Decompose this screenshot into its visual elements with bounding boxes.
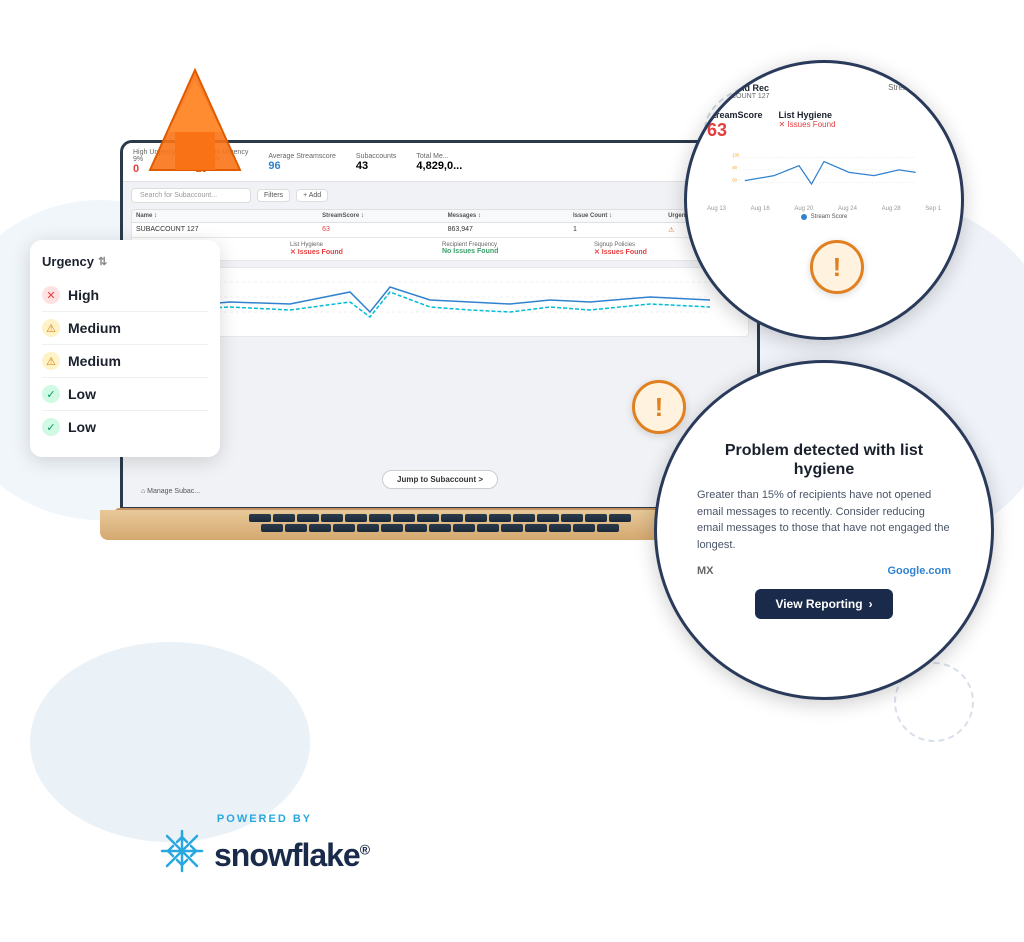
urgency-level-medium-1: Medium <box>68 320 121 336</box>
line-chart: 100 80 60 <box>136 272 744 332</box>
filters-button[interactable]: Filters <box>257 189 290 202</box>
urgency-item-medium-2[interactable]: ⚠ Medium <box>42 345 208 378</box>
table-row[interactable]: SUBACCOUNT 127 63 863,947 1 ⚠ <box>131 223 749 238</box>
subaccounts-metric: Subaccounts 43 <box>356 153 396 172</box>
zoom-account-info: Parks and Rec SUBACCOUNT 127 <box>707 83 770 102</box>
urgency-item-low-1[interactable]: ✓ Low <box>42 378 208 411</box>
exclamation-icon-top: ! <box>810 240 864 294</box>
zoom-streamscore-title: StreamScore <box>707 110 763 120</box>
subrow-list-hygiene: List Hygiene ✕ Issues Found <box>290 242 438 256</box>
avg-streamscore-metric: Average Streamscore 96 <box>268 153 336 172</box>
urgency-level-high: High <box>68 287 99 303</box>
svg-text:100: 100 <box>732 153 740 158</box>
svg-text:80: 80 <box>732 165 737 170</box>
zoom-chart-dates: Aug 13Aug 16Aug 20 Aug 24Aug 28Sep 1 <box>707 206 941 212</box>
brand-logo <box>140 60 250 180</box>
problem-footer: MX Google.com <box>697 565 951 577</box>
zoom-hygiene-block: List Hygiene ✕ Issues Found <box>779 110 836 141</box>
zoom-chart-area: 100 80 60 Aug 13Aug 16Aug 20 Aug 24Aug 2… <box>707 149 941 317</box>
total-messages-value: 4,829,0... <box>416 160 462 172</box>
row-messages: 863,947 <box>448 226 569 234</box>
urgency-level-low-2: Low <box>68 419 96 435</box>
problem-google-link[interactable]: Google.com <box>887 565 951 577</box>
urgency-icon-low-1: ✓ <box>42 385 60 403</box>
problem-mx-label: MX <box>697 565 714 577</box>
urgency-item-medium-1[interactable]: ⚠ Medium <box>42 312 208 345</box>
zoom-subaccount-id: SUBACCOUNT 127 <box>707 93 770 100</box>
row-issues: 1 <box>573 226 664 234</box>
snowflake-brand-name: snowflake® <box>214 837 369 874</box>
add-button[interactable]: + Add <box>296 189 328 202</box>
urgency-item-high-1[interactable]: ✕ High <box>42 279 208 312</box>
row-name: SUBACCOUNT 127 <box>136 226 318 234</box>
subaccounts-value: 43 <box>356 160 396 172</box>
exclamation-icon-problem: ! <box>632 380 686 434</box>
urgency-sort-icon: ⇅ <box>98 255 107 268</box>
total-messages-label: Total Me... <box>416 153 462 160</box>
zoom-circle-top: Parks and Rec SUBACCOUNT 127 StreamScore… <box>684 60 964 340</box>
total-messages-metric: Total Me... 4,829,0... <box>416 153 462 172</box>
zoom-score-value: 63 <box>888 92 941 102</box>
snowflake-logo: snowflake® <box>160 829 369 882</box>
col-name: Name ↕ <box>136 213 318 219</box>
chart-area: 100 80 60 Aug 13 Aug 16 Aug 20 Aug 24 Au… <box>131 267 749 337</box>
avg-streamscore-label: Average Streamscore <box>268 153 336 160</box>
urgency-icon-medium-2: ⚠ <box>42 352 60 370</box>
problem-title: Problem detected with list hygiene <box>697 441 951 479</box>
subrow-grid: StreamScore 63 List Hygiene ✕ Issues Fou… <box>138 242 742 256</box>
row-score: 63 <box>322 226 443 234</box>
zoom-account-name: Parks and Rec <box>707 83 770 93</box>
urgency-icon-medium-1: ⚠ <box>42 319 60 337</box>
subrow-expanded: StreamScore 63 List Hygiene ✕ Issues Fou… <box>131 238 749 261</box>
col-messages: Messages ↕ <box>448 213 569 219</box>
urgency-card-title: Urgency ⇅ <box>42 254 208 269</box>
zoom-streamscore-value: 63 <box>707 120 763 141</box>
subaccounts-label: Subaccounts <box>356 153 396 160</box>
urgency-icon-high: ✕ <box>42 286 60 304</box>
zoom-metrics: StreamScore 63 List Hygiene ✕ Issues Fou… <box>707 110 941 141</box>
zoom-hygiene-title: List Hygiene <box>779 110 836 120</box>
zoom-header: Parks and Rec SUBACCOUNT 127 StreamScore… <box>707 83 941 102</box>
recipient-freq-value: No Issues Found <box>442 248 590 255</box>
zoom-issues-found: ✕ Issues Found <box>779 120 836 129</box>
filters-bar: Search for Subaccount... Filters + Add <box>131 188 749 203</box>
zoom-score-label: StreamScore ↕ <box>888 83 941 92</box>
urgency-icon-low-2: ✓ <box>42 418 60 436</box>
avg-streamscore-value: 96 <box>268 160 336 172</box>
col-issues: Issue Count ↕ <box>573 213 664 219</box>
table-header: Name ↕ StreamScore ↕ Messages ↕ Issue Co… <box>131 209 749 223</box>
urgency-level-low-1: Low <box>68 386 96 402</box>
problem-description: Greater than 15% of recipients have not … <box>697 487 951 553</box>
view-reporting-button[interactable]: View Reporting › <box>755 589 892 619</box>
list-hygiene-value: ✕ Issues Found <box>290 248 438 256</box>
svg-text:60: 60 <box>732 178 737 183</box>
zoom-streamscore-block: StreamScore 63 <box>707 110 763 141</box>
search-subaccount[interactable]: Search for Subaccount... <box>131 188 251 203</box>
col-score: StreamScore ↕ <box>322 213 443 219</box>
zoom-chart-legend: Stream Score <box>707 214 941 220</box>
zoom-score-info: StreamScore ↕ 63 <box>888 83 941 102</box>
problem-detection-card: Problem detected with list hygiene Great… <box>654 360 994 700</box>
powered-by-label: POWERED BY <box>217 813 312 825</box>
urgency-level-medium-2: Medium <box>68 353 121 369</box>
background-blob-bottom-left <box>30 642 310 842</box>
urgency-card: Urgency ⇅ ✕ High ⚠ Medium ⚠ Medium ✓ Low… <box>30 240 220 457</box>
powered-by-snowflake: POWERED BY <box>160 813 369 882</box>
urgency-item-low-2[interactable]: ✓ Low <box>42 411 208 443</box>
zoom-line-chart: 100 80 60 <box>707 149 941 199</box>
snowflake-icon <box>160 829 204 882</box>
subrow-recipient-freq: Recipient Frequency No Issues Found <box>442 242 590 256</box>
